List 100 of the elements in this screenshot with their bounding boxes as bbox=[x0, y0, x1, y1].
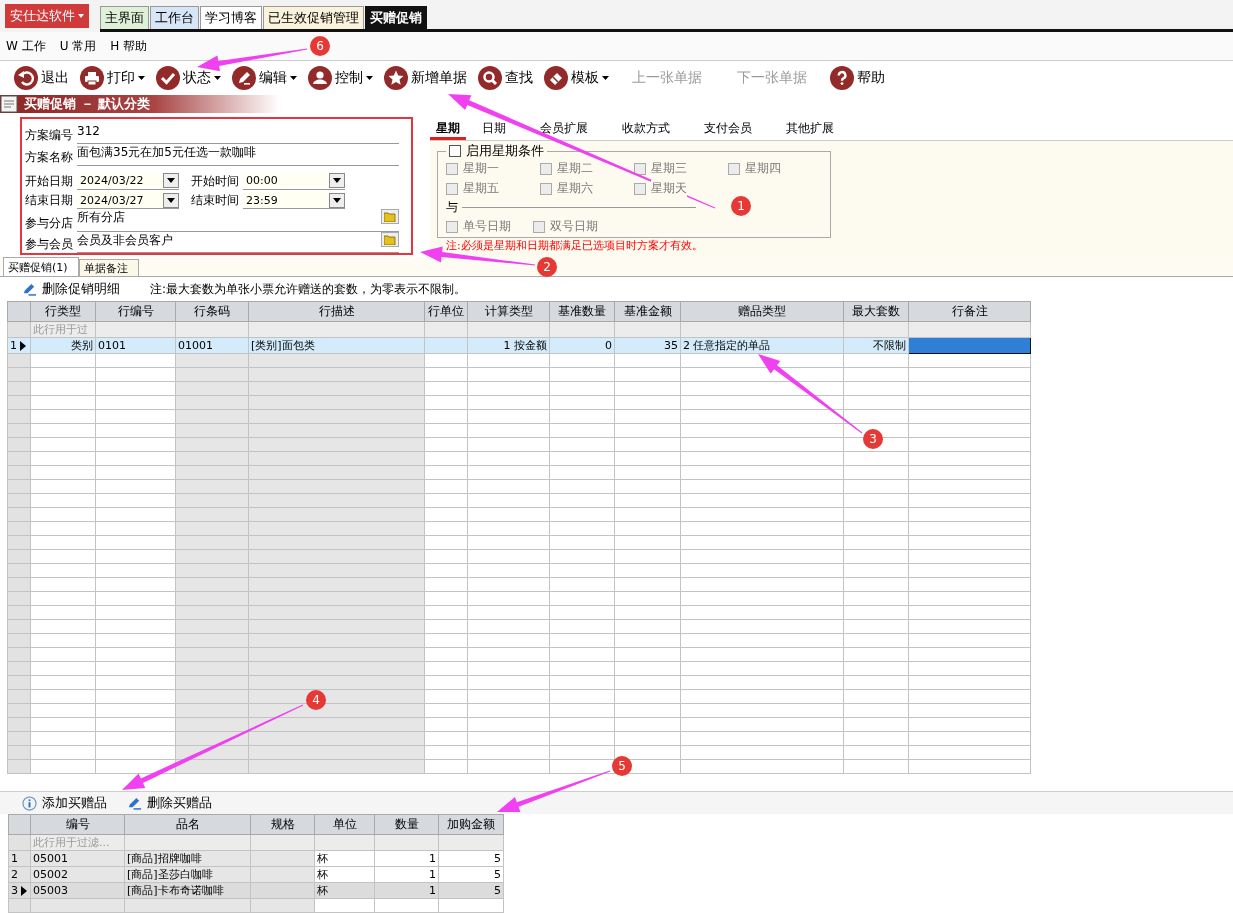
menu-item[interactable]: H 帮助 bbox=[110, 37, 148, 55]
field-value: 312 bbox=[77, 124, 100, 138]
date-value: 23:59 bbox=[246, 193, 278, 207]
column-header[interactable]: 行描述 bbox=[248, 301, 425, 322]
checkbox-label: 星期三 bbox=[651, 160, 687, 177]
column-header[interactable]: 基准金额 bbox=[614, 301, 681, 322]
menu-item[interactable]: W 工作 bbox=[6, 37, 46, 55]
caret-icon bbox=[214, 76, 221, 80]
table-cell: 05003 bbox=[33, 884, 68, 897]
toolbar-button[interactable]: 退出 bbox=[12, 66, 71, 90]
table-cell: 杯 bbox=[317, 868, 328, 881]
column-header[interactable]: 行编号 bbox=[95, 301, 176, 322]
document-tab[interactable]: 学习博客 bbox=[200, 6, 262, 29]
row-number: 3 bbox=[11, 884, 18, 897]
toolbar-button[interactable]: 控制 bbox=[306, 66, 375, 90]
folder-icon bbox=[384, 211, 396, 222]
condition-tab[interactable]: 日期 bbox=[476, 122, 512, 140]
row-number: 1 bbox=[10, 339, 17, 352]
folder-button[interactable] bbox=[381, 232, 399, 248]
toolbar-button[interactable]: 状态 bbox=[154, 66, 223, 90]
condition-tab[interactable]: 会员扩展 bbox=[534, 122, 594, 140]
pencil-icon bbox=[22, 281, 37, 297]
column-header[interactable]: 单位 bbox=[314, 814, 375, 835]
checkbox-label: 启用星期条件 bbox=[466, 142, 544, 160]
document-title: 买赠促销 － 默认分类 bbox=[24, 95, 151, 113]
table-cell: 杯 bbox=[317, 852, 328, 865]
column-header[interactable]: 规格 bbox=[250, 814, 315, 835]
column-header[interactable]: 赠品类型 bbox=[680, 301, 844, 322]
help-icon bbox=[830, 66, 854, 90]
print-icon bbox=[80, 66, 104, 90]
delete-detail-button[interactable]: 删除促销明细 bbox=[22, 280, 120, 298]
table-cell: [商品]卡布奇诺咖啡 bbox=[127, 884, 224, 897]
toolbar-button[interactable]: 添加买赠品 bbox=[22, 794, 107, 812]
toolbar-button[interactable]: 打印 bbox=[78, 66, 147, 90]
row-number: 1 bbox=[11, 852, 18, 865]
date-value: 2024/03/27 bbox=[80, 193, 144, 207]
caret-icon bbox=[138, 76, 145, 80]
dropdown-button[interactable] bbox=[163, 173, 179, 188]
eraser-icon bbox=[544, 66, 568, 90]
caret-icon bbox=[366, 76, 373, 80]
toolbar-button[interactable]: 编辑 bbox=[230, 66, 299, 90]
checkbox-label: 星期五 bbox=[463, 180, 499, 197]
checkbox-label: 星期四 bbox=[745, 160, 781, 177]
table-cell: [商品]圣莎白咖啡 bbox=[127, 868, 213, 881]
table-cell: 35 bbox=[664, 339, 678, 352]
table-cell: 0 bbox=[605, 339, 612, 352]
table-cell: 不限制 bbox=[873, 339, 906, 352]
toolbar-button[interactable]: 新增单据 bbox=[382, 66, 469, 90]
checkbox-label: 星期六 bbox=[557, 180, 593, 197]
field-value: 所有分店 bbox=[77, 209, 125, 227]
table-cell: 杯 bbox=[317, 884, 328, 897]
dropdown-button[interactable] bbox=[329, 173, 345, 188]
dropdown-button[interactable] bbox=[163, 192, 179, 208]
column-header[interactable]: 数量 bbox=[374, 814, 439, 835]
document-tab[interactable]: 买赠促销 bbox=[365, 6, 427, 29]
condition-tab[interactable]: 其他扩展 bbox=[780, 122, 840, 140]
table-cell: 05001 bbox=[33, 852, 68, 865]
table-cell: 5 bbox=[494, 852, 501, 865]
app-menu-button[interactable]: 安仕达软件 bbox=[5, 4, 89, 28]
checkbox[interactable] bbox=[449, 145, 461, 157]
column-header[interactable]: 最大套数 bbox=[843, 301, 909, 322]
document-tab[interactable]: 工作台 bbox=[150, 6, 199, 29]
condition-tab[interactable]: 支付会员 bbox=[698, 122, 758, 140]
folder-button[interactable] bbox=[381, 209, 399, 225]
document-tab[interactable]: 已生效促销管理 bbox=[263, 6, 364, 29]
table-cell: 类别 bbox=[71, 339, 93, 352]
toolbar-button[interactable]: 模板 bbox=[542, 66, 611, 90]
column-header[interactable]: 品名 bbox=[124, 814, 251, 835]
field-label: 开始时间 bbox=[191, 172, 240, 190]
table-cell: 1 bbox=[429, 884, 436, 897]
table-cell: [商品]招牌咖啡 bbox=[127, 852, 202, 865]
caret-icon bbox=[333, 197, 341, 203]
column-header[interactable]: 基准数量 bbox=[549, 301, 615, 322]
column-header[interactable]: 编号 bbox=[30, 814, 125, 835]
caret-icon bbox=[333, 178, 341, 183]
date-value: 00:00 bbox=[246, 174, 278, 187]
dropdown-button[interactable] bbox=[329, 192, 345, 208]
section-tab[interactable]: 买赠促销(1) bbox=[3, 257, 79, 276]
column-header[interactable]: 行类型 bbox=[30, 301, 96, 322]
toolbar-button[interactable]: 帮助 bbox=[828, 66, 887, 90]
column-header[interactable]: 行备注 bbox=[908, 301, 1031, 322]
info-icon bbox=[22, 795, 37, 811]
section-tab[interactable]: 单据备注 bbox=[78, 259, 139, 276]
column-header[interactable]: 计算类型 bbox=[467, 301, 550, 322]
checkbox-label: 单号日期 bbox=[463, 218, 511, 235]
pencil-icon bbox=[127, 795, 142, 811]
caret-icon bbox=[602, 76, 609, 80]
menu-item[interactable]: U 常用 bbox=[59, 37, 97, 55]
column-header[interactable]: 行条码 bbox=[175, 301, 249, 322]
caret-icon bbox=[167, 178, 175, 183]
condition-tab[interactable]: 收款方式 bbox=[616, 122, 676, 140]
table-cell: 01001 bbox=[178, 339, 213, 352]
caret-icon bbox=[167, 197, 175, 203]
caret-icon bbox=[78, 14, 84, 18]
document-tab[interactable]: 主界面 bbox=[100, 6, 149, 29]
field-value: 面包满35元在加5元任选一款咖啡 bbox=[77, 143, 256, 161]
column-header[interactable]: 加购金额 bbox=[438, 814, 504, 835]
toolbar-button[interactable]: 删除买赠品 bbox=[127, 794, 212, 812]
column-header[interactable]: 行单位 bbox=[424, 301, 468, 322]
toolbar-button[interactable]: 查找 bbox=[476, 66, 535, 90]
